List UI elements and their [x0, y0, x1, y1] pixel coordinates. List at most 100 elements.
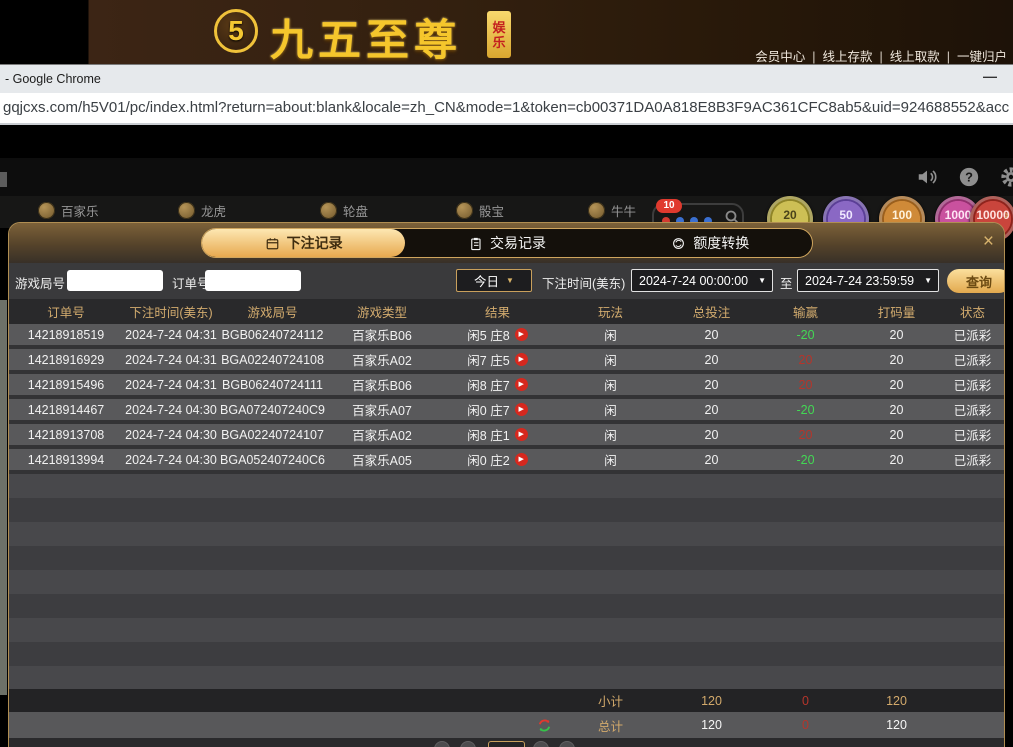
clipped-edge-icon	[0, 172, 7, 187]
cell-time: 2024-7-24 04:31	[123, 353, 219, 367]
roadmap-count-badge: 10	[656, 199, 682, 213]
result-cell: 闲0 庄2▶	[438, 450, 557, 469]
lobby-nav-item[interactable]: 百家乐	[38, 201, 99, 220]
game-category-icon	[178, 202, 195, 219]
header-link[interactable]: 线上存款	[822, 50, 872, 64]
records-modal: 下注记录 交易记录	[8, 222, 1005, 747]
search-button[interactable]: 查询	[947, 269, 1005, 293]
lobby-nav-item[interactable]: 龙虎	[178, 201, 226, 220]
cell-bet: 20	[664, 328, 759, 342]
header-link[interactable]: 线上取款	[890, 50, 940, 64]
lobby-nav-item[interactable]: 骰宝	[456, 201, 504, 220]
screen: 5 九五至尊 娱 乐 会员中心|线上存款|线上取款|一键归户 - Google …	[0, 0, 1013, 747]
table-row: 142189144672024-7-24 04:30BGA072407240C9…	[9, 399, 1004, 420]
header-links: 会员中心|线上存款|线上取款|一键归户	[755, 46, 1007, 65]
total-win: 0	[759, 718, 852, 732]
tab-bet-records[interactable]: 下注记录	[202, 229, 405, 257]
datetime-to-value: 2024-7-24 23:59:59	[805, 274, 914, 288]
tab-credit-transfer[interactable]: 额度转换	[609, 229, 812, 257]
play-button-icon[interactable]: ▶	[515, 378, 528, 391]
speaker-icon[interactable]	[916, 166, 938, 188]
column-header: 总投注	[664, 302, 759, 321]
url-bar[interactable]: gqjcxs.com/h5V01/pc/index.html?return=ab…	[0, 93, 1013, 125]
cell-time: 2024-7-24 04:30	[123, 453, 219, 467]
total-label: 总计	[557, 716, 664, 735]
cell-order_id: 14218916929	[9, 353, 123, 367]
scrollbar-strip[interactable]	[0, 300, 7, 695]
cell-time: 2024-7-24 04:31	[123, 378, 219, 392]
cell-status: 已派彩	[941, 425, 1004, 444]
cell-bet: 20	[664, 403, 759, 417]
result-text: 闲5 庄8	[467, 325, 509, 344]
minimize-button[interactable]: —	[983, 68, 997, 84]
play-button-icon[interactable]: ▶	[515, 428, 528, 441]
cell-time: 2024-7-24 04:30	[123, 403, 219, 417]
page-background	[0, 125, 1013, 158]
svg-text:?: ?	[965, 170, 973, 185]
play-button-icon[interactable]: ▶	[515, 328, 528, 341]
pagination-page-box[interactable]	[488, 741, 525, 747]
datetime-to-select[interactable]: 2024-7-24 23:59:59 ▼	[797, 269, 939, 292]
order-filter-input[interactable]	[205, 270, 301, 291]
cell-order_id: 14218913708	[9, 428, 123, 442]
cell-play: 闲	[557, 375, 664, 394]
datetime-from-select[interactable]: 2024-7-24 00:00:00 ▼	[631, 269, 773, 292]
link-separator: |	[879, 50, 882, 64]
cell-order_id: 14218915496	[9, 378, 123, 392]
cell-bet: 20	[664, 353, 759, 367]
close-icon[interactable]: ×	[983, 232, 994, 251]
help-icon[interactable]: ?	[958, 166, 980, 188]
result-cell: 闲7 庄5▶	[438, 350, 557, 369]
win-loss-value: -20	[759, 403, 852, 417]
header-link[interactable]: 会员中心	[755, 50, 805, 64]
bet-time-label: 下注时间(美东)	[542, 273, 625, 292]
total-row: 总计 120 0 120	[9, 712, 1004, 738]
link-separator: |	[812, 50, 815, 64]
modal-tabbar: 下注记录 交易记录	[201, 228, 813, 258]
table-row: 142189137082024-7-24 04:30BGA02240724107…	[9, 424, 1004, 445]
refresh-icon[interactable]	[438, 717, 557, 734]
cell-round: BGB06240724112	[219, 328, 326, 342]
date-range-value: 今日	[474, 271, 499, 290]
table-row: 142189185192024-7-24 04:31BGB06240724112…	[9, 324, 1004, 345]
play-button-icon[interactable]: ▶	[515, 353, 528, 366]
brand-header: 5 九五至尊 娱 乐 会员中心|线上存款|线上取款|一键归户	[0, 0, 1013, 64]
lobby-nav-item[interactable]: 牛牛	[588, 201, 636, 220]
settings-gear-icon[interactable]	[1000, 166, 1013, 188]
cell-play: 闲	[557, 325, 664, 344]
table-row: 142189139942024-7-24 04:30BGA052407240C6…	[9, 449, 1004, 470]
badge-char: 乐	[492, 35, 505, 50]
cell-play: 闲	[557, 425, 664, 444]
result-text: 闲8 庄1	[467, 425, 509, 444]
cell-game: 百家乐A02	[326, 350, 438, 369]
cell-game: 百家乐A02	[326, 425, 438, 444]
play-button-icon[interactable]: ▶	[515, 403, 528, 416]
badge-char: 娱	[492, 20, 505, 35]
cell-order_id: 14218913994	[9, 453, 123, 467]
url-text: gqjcxs.com/h5V01/pc/index.html?return=ab…	[3, 99, 1009, 116]
order-filter-label: 订单号	[172, 273, 210, 292]
result-text: 闲8 庄7	[467, 375, 509, 394]
table-header-row: 订单号下注时间(美东)游戏局号游戏类型结果玩法总投注输赢打码量状态	[9, 299, 1004, 324]
cell-turnover: 20	[852, 453, 941, 467]
game-toolbar: ?	[0, 158, 1013, 196]
play-button-icon[interactable]: ▶	[515, 453, 528, 466]
cell-turnover: 20	[852, 353, 941, 367]
win-loss-value: 20	[759, 378, 852, 392]
date-range-select[interactable]: 今日 ▼	[456, 269, 532, 292]
cell-turnover: 20	[852, 378, 941, 392]
tab-transaction-records[interactable]: 交易记录	[405, 229, 608, 257]
tab-label: 下注记录	[287, 233, 343, 253]
header-link[interactable]: 一键归户	[957, 50, 1007, 64]
cell-order_id: 14218914467	[9, 403, 123, 417]
lobby-nav-item[interactable]: 轮盘	[320, 201, 368, 220]
subtotal-label: 小计	[557, 691, 664, 710]
chevron-down-icon: ▼	[506, 276, 514, 285]
table-rows: 142189185192024-7-24 04:31BGB06240724112…	[9, 324, 1004, 474]
column-header: 游戏类型	[326, 302, 438, 321]
total-bet: 120	[664, 718, 759, 732]
chip-next-arrow[interactable]: ›	[1004, 206, 1009, 222]
round-filter-input[interactable]	[67, 270, 163, 291]
game-category-icon	[320, 202, 337, 219]
cell-game: 百家乐B06	[326, 325, 438, 344]
